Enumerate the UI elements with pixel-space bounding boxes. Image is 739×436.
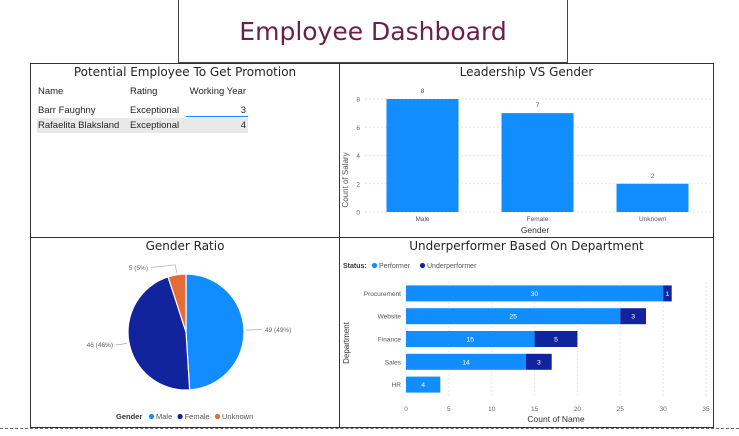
table-header: Name Rating Working Year bbox=[37, 83, 248, 99]
column-header-name[interactable]: Name bbox=[37, 86, 130, 97]
x-tick-label: 25 bbox=[617, 406, 625, 413]
y-tick-label: Website bbox=[378, 314, 402, 321]
data-label: 3 bbox=[537, 359, 541, 366]
leader-line bbox=[150, 264, 177, 273]
leader-line bbox=[245, 329, 263, 331]
x-tick-label: 5 bbox=[447, 406, 451, 413]
legend-item-unknown[interactable]: Unknown bbox=[222, 412, 253, 421]
x-tick-label: Unknown bbox=[639, 216, 666, 223]
x-tick-label: 20 bbox=[574, 406, 582, 413]
promotion-panel[interactable]: Potential Employee To Get Promotion Name… bbox=[30, 63, 340, 238]
cell-working-year: 4 bbox=[240, 120, 246, 131]
legend-item-female[interactable]: Female bbox=[185, 412, 210, 421]
data-label: 25 bbox=[509, 314, 517, 321]
data-label: 4 bbox=[421, 382, 425, 389]
page-bottom-divider bbox=[0, 428, 739, 429]
pie-slice-male[interactable] bbox=[185, 273, 245, 391]
data-label: 2 bbox=[651, 173, 655, 180]
y-tick-label: 4 bbox=[356, 153, 360, 160]
y-tick-label: 0 bbox=[356, 210, 360, 217]
legend-title: Gender bbox=[116, 412, 142, 421]
cell-working-year: 3 bbox=[186, 105, 248, 117]
y-tick-label: 6 bbox=[356, 125, 360, 132]
column-header-rating[interactable]: Rating bbox=[130, 86, 186, 97]
y-tick-label: HR bbox=[392, 382, 402, 389]
data-label: 15 bbox=[467, 337, 475, 344]
legend-marker bbox=[419, 262, 426, 269]
underperformer-panel[interactable]: Underperformer Based On Department Statu… bbox=[339, 237, 714, 428]
legend-item-male[interactable]: Male bbox=[156, 412, 172, 421]
legend-marker bbox=[214, 413, 221, 420]
legend-item-underperformer[interactable]: Underperformer bbox=[427, 263, 477, 270]
x-tick-label: 15 bbox=[531, 406, 539, 413]
cell-name: Barr Faughny bbox=[38, 105, 96, 116]
x-tick-label: 35 bbox=[702, 406, 710, 413]
y-axis-label: Count of Salary bbox=[341, 152, 350, 207]
data-label: 5 bbox=[554, 337, 558, 344]
x-tick-label: 10 bbox=[488, 406, 496, 413]
y-tick-label: Sales bbox=[385, 359, 402, 366]
data-label: 3 bbox=[631, 314, 635, 321]
column-header-working-year[interactable]: Working Year bbox=[186, 86, 248, 97]
data-label: 1 bbox=[666, 291, 670, 298]
x-axis-label: Count of Name bbox=[527, 414, 584, 424]
y-tick-label: 2 bbox=[356, 181, 360, 188]
slice-label: 5 (5%) bbox=[129, 265, 148, 272]
gender-pie-chart: 49 (49%) 46 (46%) 5 (5%) Gender Male Female U… bbox=[87, 264, 291, 421]
gender-ratio-panel[interactable]: Gender Ratio 49 (49%) 46 (46%) 5 (5%) Gend… bbox=[30, 237, 340, 428]
x-tick-label: 30 bbox=[660, 406, 668, 413]
cell-rating: Exceptional bbox=[130, 120, 180, 131]
slice-label: 49 (49%) bbox=[265, 327, 291, 334]
table-row[interactable]: Rafaelita Blaksland Exceptional 4 bbox=[37, 118, 248, 133]
bar-male[interactable] bbox=[386, 99, 459, 212]
data-label: 8 bbox=[421, 88, 425, 95]
legend-marker bbox=[371, 262, 378, 269]
x-tick-label: Female bbox=[527, 216, 549, 223]
legend-item-performer[interactable]: Performer bbox=[379, 263, 411, 270]
leadership-chart: 0 2 4 6 8 8 Male 7 Female 2 Unknown Count of Sala… bbox=[341, 88, 710, 235]
slice-label: 46 (46%) bbox=[87, 342, 113, 349]
bar-unknown[interactable] bbox=[616, 183, 689, 212]
promotion-title: Potential Employee To Get Promotion bbox=[73, 65, 297, 79]
dashboard-title: Employee Dashboard bbox=[239, 16, 507, 46]
y-axis-label: Department bbox=[342, 321, 351, 364]
table-row[interactable]: Barr Faughny Exceptional 3 bbox=[37, 103, 248, 118]
promotion-table: Name Rating Working Year Barr Faughny Ex… bbox=[37, 83, 248, 133]
cell-name: Rafaelita Blaksland bbox=[38, 120, 120, 131]
x-axis-label: Gender bbox=[521, 225, 550, 235]
cell-rating: Exceptional bbox=[130, 105, 180, 116]
leader-line bbox=[115, 342, 128, 346]
legend-marker bbox=[177, 413, 183, 420]
dashboard-title-box: Employee Dashboard bbox=[178, 0, 568, 63]
leadership-panel[interactable]: Leadership VS Gender 02468 8 Male 7 Female 2… bbox=[339, 63, 714, 238]
x-tick-label: Male bbox=[415, 216, 429, 223]
bar-female[interactable] bbox=[501, 113, 574, 212]
underperformer-chart: Status: Performer Underperformer 0 5 10 15 20 2… bbox=[342, 262, 710, 424]
legend-title: Status: bbox=[343, 263, 367, 270]
data-label: 14 bbox=[462, 359, 470, 366]
y-tick-label: 8 bbox=[356, 97, 360, 104]
legend-marker bbox=[148, 413, 155, 420]
data-label: 30 bbox=[531, 291, 539, 298]
x-tick-label: 0 bbox=[404, 406, 408, 413]
data-label: 7 bbox=[536, 102, 540, 109]
y-tick-label: Finance bbox=[378, 337, 402, 344]
y-tick-label: Procurement bbox=[364, 291, 401, 298]
